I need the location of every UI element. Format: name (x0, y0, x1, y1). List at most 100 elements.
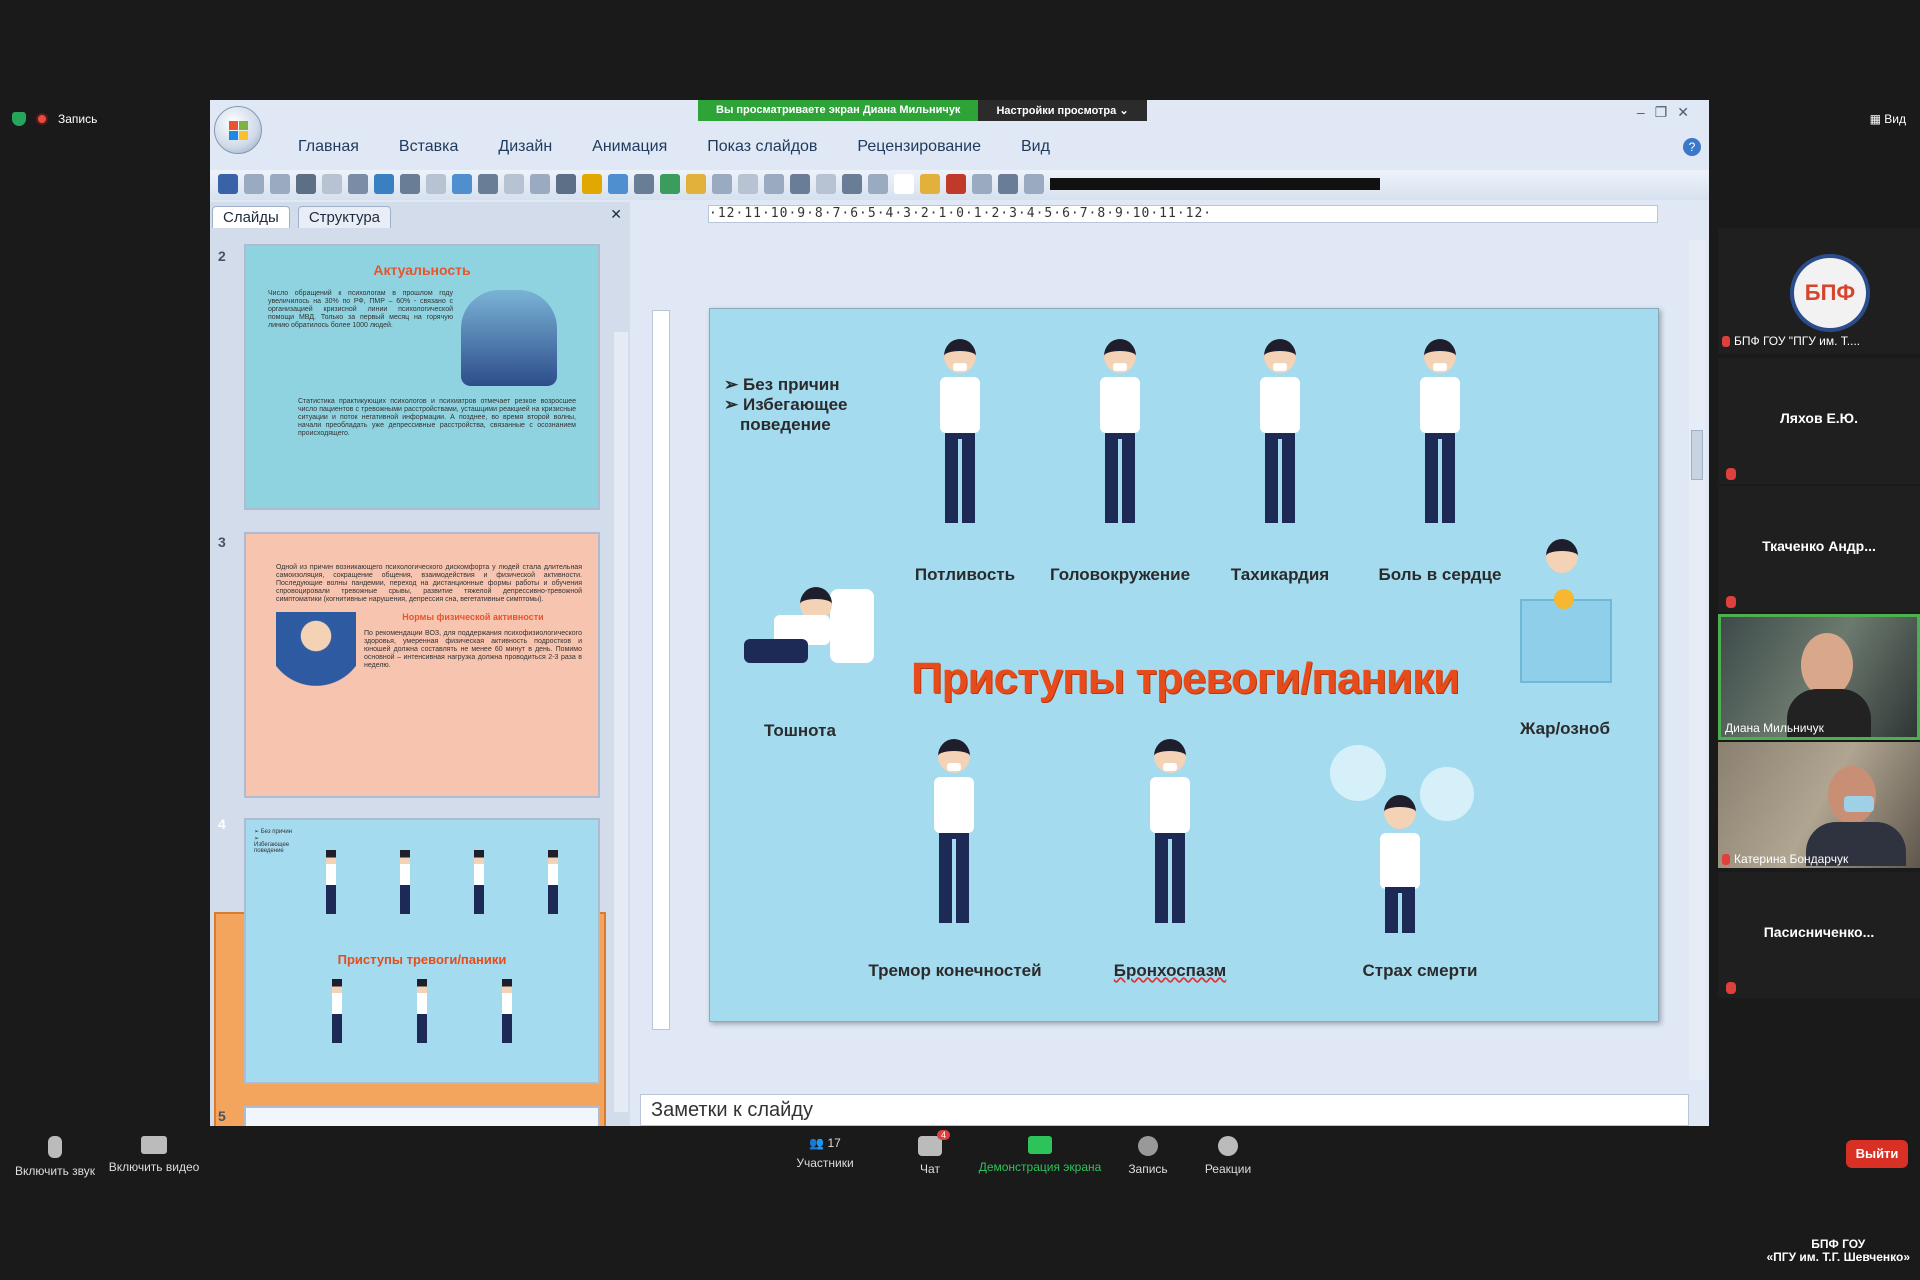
tool-icon[interactable] (608, 174, 628, 194)
chat-label: Чат (920, 1162, 940, 1176)
tool-icon[interactable] (712, 174, 732, 194)
view-settings-button[interactable]: Настройки просмотра ⌄ (978, 100, 1147, 121)
office-logo-part (239, 131, 248, 140)
thumb-number: 4 (218, 816, 226, 832)
tool-icon[interactable] (738, 174, 758, 194)
tool-icon[interactable] (426, 174, 446, 194)
current-slide[interactable]: ➢ Без причин ➢ Избегающее поведение Потл… (709, 308, 1659, 1022)
help-icon[interactable]: ? (1683, 138, 1701, 156)
sun-icon (1554, 589, 1574, 609)
participant-tile[interactable]: БПФ БПФ ГОУ "ПГУ им. Т.... (1718, 228, 1920, 354)
tool-icon[interactable] (868, 174, 888, 194)
chat-button[interactable]: 4 Чат (910, 1130, 950, 1176)
pane-scrollbar[interactable] (614, 332, 628, 1112)
mini-figure (326, 850, 336, 914)
participant-video-active[interactable]: Диана Мильничук (1718, 614, 1920, 740)
symptom-nausea: Тошнота (764, 721, 836, 740)
reactions-button[interactable]: Реакции (1198, 1136, 1258, 1176)
slides-pane: Слайды Структура ✕ 2 Актуальность Число … (210, 202, 630, 1126)
tab-insert[interactable]: Вставка (399, 138, 458, 156)
tool-icon[interactable] (478, 174, 498, 194)
tool-icon[interactable] (400, 174, 420, 194)
record-button[interactable]: Запись (1120, 1136, 1176, 1176)
tool-icon[interactable] (920, 174, 940, 194)
mic-muted-icon (1726, 596, 1736, 608)
spellcheck-icon[interactable] (660, 174, 680, 194)
tool-icon[interactable] (842, 174, 862, 194)
participant-name: Ляхов Е.Ю. (1779, 410, 1859, 426)
tool-icon[interactable] (348, 174, 368, 194)
stage-scrollbar[interactable] (1689, 240, 1705, 1080)
face-mask (1844, 796, 1874, 812)
view-button[interactable]: ▦ Вид (1870, 112, 1906, 126)
tool-icon[interactable] (452, 174, 472, 194)
share-screen-button[interactable]: Демонстрация экрана (975, 1136, 1105, 1174)
slide-thumb-4[interactable]: ➢ Без причин ➢ Избегающее поведение Прис… (244, 818, 600, 1084)
mic-muted-icon (1726, 468, 1736, 480)
office-button[interactable] (214, 106, 262, 154)
tool-icon[interactable] (504, 174, 524, 194)
redo-icon[interactable] (270, 174, 290, 194)
tab-review[interactable]: Рецензирование (857, 138, 981, 156)
mini-figure (502, 979, 513, 1043)
scroll-thumb[interactable] (1691, 430, 1703, 480)
participants-label: Участники (796, 1156, 854, 1170)
undo-icon[interactable] (244, 174, 264, 194)
tool-icon[interactable] (530, 174, 550, 194)
tab-design[interactable]: Дизайн (498, 138, 552, 156)
reactions-label: Реакции (1204, 1162, 1252, 1176)
tool-icon[interactable] (946, 174, 966, 194)
vertical-ruler (652, 310, 670, 1030)
record-icon (36, 113, 48, 125)
participant-tile[interactable]: Ткаченко Андр... (1718, 486, 1920, 612)
participant-name: Диана Мильничук (1725, 721, 1824, 735)
mini-figure (331, 979, 342, 1043)
preview-icon[interactable] (322, 174, 342, 194)
tool-icon[interactable] (556, 174, 576, 194)
figure-bronchospasm (1140, 739, 1200, 939)
tool-icon[interactable] (634, 174, 654, 194)
edit-icon[interactable] (582, 174, 602, 194)
tool-icon[interactable] (790, 174, 810, 194)
participant-video[interactable]: Катерина Бондарчук (1718, 742, 1920, 868)
slide-title: Приступы тревоги/паники (910, 654, 1460, 703)
print-icon[interactable] (296, 174, 316, 194)
thumb-title: Актуальность (373, 262, 471, 278)
figure-tachycardia (1250, 339, 1310, 539)
tab-home[interactable]: Главная (298, 138, 359, 156)
tab-outline[interactable]: Структура (297, 206, 392, 228)
participant-tile[interactable]: Пасисниченко... (1718, 872, 1920, 998)
slide-thumb-5[interactable] (244, 1106, 600, 1126)
tool-icon[interactable] (972, 174, 992, 194)
participants-icon: 👥 (809, 1136, 825, 1150)
slide-thumb-2[interactable]: Актуальность Число обращений к психолога… (244, 244, 600, 510)
thumb-number: 5 (218, 1108, 226, 1124)
participants-button[interactable]: 👥 17 Участники (790, 1136, 860, 1170)
tool-icon[interactable] (998, 174, 1018, 194)
slide-thumb-3[interactable]: Одной из причин возникающего психологиче… (244, 532, 600, 798)
tab-animation[interactable]: Анимация (592, 138, 667, 156)
start-video-button[interactable]: Включить видео (104, 1136, 204, 1174)
slide-notes[interactable]: Заметки к слайду (640, 1094, 1689, 1126)
folder-icon[interactable] (686, 174, 706, 194)
share-banner: Вы просматриваете экран Диана Мильничук … (698, 100, 1147, 121)
save-icon[interactable] (218, 174, 238, 194)
tool-icon[interactable] (764, 174, 784, 194)
participant-tile[interactable]: Ляхов Е.Ю. (1718, 358, 1920, 484)
sad-person-illustration (461, 290, 557, 386)
redacted-bar (1050, 178, 1380, 190)
close-icon[interactable]: ✕ (610, 206, 622, 223)
mini-figure (400, 850, 410, 914)
mic-muted-icon (1722, 336, 1730, 348)
tab-slideshow[interactable]: Показ слайдов (707, 138, 817, 156)
tool-icon[interactable] (816, 174, 836, 194)
symptom-sweat: Потливость (914, 565, 1016, 584)
tool-icon[interactable] (1024, 174, 1044, 194)
tab-view[interactable]: Вид (1021, 138, 1050, 156)
leave-button[interactable]: Выйти (1846, 1140, 1908, 1168)
new-page-icon[interactable] (894, 174, 914, 194)
picture-icon[interactable] (374, 174, 394, 194)
tab-slides[interactable]: Слайды (212, 206, 290, 228)
window-controls[interactable]: ‒❐✕ (1637, 104, 1699, 121)
unmute-button[interactable]: Включить звук (10, 1136, 100, 1178)
